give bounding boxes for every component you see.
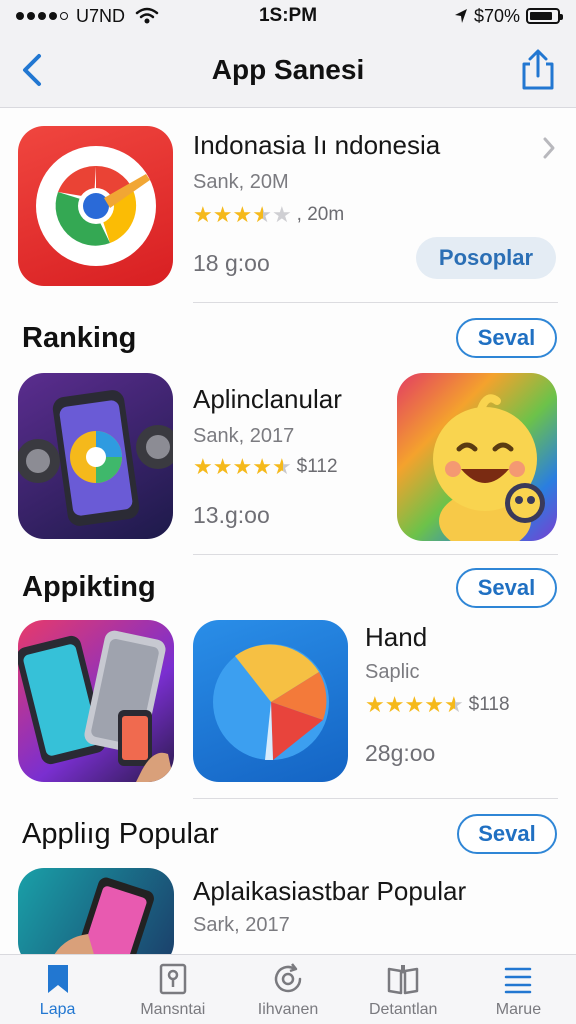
rating-text: $118 [468, 694, 510, 715]
featured-app-size: 18 g:oo [193, 250, 270, 276]
star-icon: ★ [443, 692, 464, 717]
featured-app-subtitle: Sank, 20M [193, 171, 289, 193]
app-subtitle: Sank, 2017 [193, 425, 295, 447]
chevron-right-icon[interactable] [542, 136, 556, 160]
see-all-button-appikting[interactable]: Seval [456, 568, 557, 608]
menu-icon [505, 967, 532, 994]
headphones-phone-icon [18, 390, 173, 526]
page-title: App Sanesi [211, 53, 365, 85]
app-icon-aplinclanular[interactable] [18, 373, 173, 539]
battery-text: $70% [473, 5, 520, 26]
tab-iihvanen[interactable]: Iihvanen [230, 955, 345, 1024]
tab-label: Lapa [39, 1001, 76, 1018]
bookmark-icon [47, 965, 68, 993]
star-icon: ★ [232, 202, 253, 227]
app-size: 28g:oo [365, 740, 436, 766]
rating-stars: ★★★★★ [193, 454, 292, 480]
rating-text: $112 [296, 456, 338, 477]
phone-in-hand-icon [54, 877, 154, 954]
app-rating: ★★★★★ $112 [193, 454, 338, 480]
tab-mansntai[interactable]: Mansntai [115, 955, 230, 1024]
star-icon: ★ [404, 692, 425, 717]
tab-detantlan[interactable]: Detantlan [346, 955, 461, 1024]
star-icon: ★ [193, 202, 213, 227]
status-right: $70% [360, 5, 563, 27]
star-icon: ★ [193, 454, 213, 479]
featured-app-icon[interactable] [18, 126, 173, 286]
star-icon: ★ [365, 692, 385, 717]
tab-lapa[interactable]: Lapa [0, 955, 115, 1024]
rating-text: , 20m [296, 204, 345, 225]
app-icon-phones[interactable] [18, 620, 174, 782]
map-pin-icon [159, 963, 187, 995]
emoji-face-icon [433, 394, 545, 541]
wifi-icon [135, 7, 159, 24]
app-title-aplinclanular[interactable]: Aplinclanular [193, 384, 342, 415]
nav-bar: App Sanesi [0, 32, 576, 108]
see-all-button-popular[interactable]: Seval [457, 814, 557, 854]
rating-stars: ★★★★★ [365, 692, 464, 718]
section-title-ranking: Ranking [22, 322, 137, 354]
chevron-left-icon [23, 54, 41, 86]
star-icon: ★ [252, 202, 272, 227]
main-content: Indonasia Iı ndonesia Sank, 20M ★★★★★ , … [0, 108, 576, 954]
tab-marue[interactable]: Marue [461, 955, 576, 1024]
smartphones-icon [18, 630, 174, 782]
app-subtitle: Saplic [365, 661, 420, 683]
status-time: 1S:PM [258, 5, 318, 26]
tab-label: Detantlan [368, 1001, 438, 1018]
star-icon: ★ [271, 454, 292, 479]
featured-get-button[interactable]: Posoplar [416, 237, 556, 279]
carrier-name: U7ND [76, 5, 126, 26]
app-icon-emoji[interactable] [397, 373, 557, 541]
status-bar: U7ND 1S:PM $70% [0, 0, 576, 32]
section-title-appikting: Appikting [22, 571, 156, 603]
star-icon: ★ [424, 692, 444, 717]
app-icon-hand[interactable] [193, 620, 348, 782]
tab-label: Marue [495, 1001, 542, 1018]
tab-label: Iihvanen [257, 1001, 319, 1018]
star-icon: ★ [212, 454, 233, 479]
app-title-hand[interactable]: Hand [365, 622, 427, 653]
divider [193, 798, 558, 799]
app-rating: ★★★★★ $118 [365, 692, 510, 718]
share-button[interactable] [518, 48, 558, 92]
share-icon [522, 49, 554, 90]
tab-bar: Lapa Mansntai Iihvanen Detantlan Marue [0, 954, 576, 1024]
star-icon: ★ [271, 202, 292, 227]
battery-fill [530, 12, 553, 20]
app-icon-popular[interactable] [18, 868, 174, 954]
pie-logo-icon [213, 644, 329, 760]
star-icon: ★ [384, 692, 405, 717]
section-title-popular: Appliıg Popular [22, 818, 219, 850]
app-subtitle: Sark, 2017 [193, 914, 290, 936]
battery-icon [526, 8, 563, 24]
app-size: 13.g:oo [193, 502, 270, 528]
star-icon: ★ [252, 454, 272, 479]
book-icon [387, 965, 419, 995]
browser-logo-icon [36, 146, 156, 266]
signal-icon [16, 12, 68, 20]
divider [193, 302, 558, 303]
location-arrow-icon [454, 9, 467, 23]
app-title-popular[interactable]: Aplaikasiastbar Popular [193, 876, 466, 907]
see-all-button-ranking[interactable]: Seval [456, 318, 557, 358]
featured-app-title[interactable]: Indonasia Iı ndonesia [193, 130, 440, 161]
rating-stars: ★★★★★ [193, 202, 292, 228]
divider [193, 554, 558, 555]
featured-app-rating: ★★★★★ , 20m [193, 202, 344, 228]
star-icon: ★ [212, 202, 233, 227]
back-button[interactable] [12, 50, 52, 90]
refresh-icon [274, 963, 302, 993]
tab-label: Mansntai [140, 1001, 206, 1018]
star-icon: ★ [232, 454, 253, 479]
status-left: U7ND [16, 6, 216, 27]
